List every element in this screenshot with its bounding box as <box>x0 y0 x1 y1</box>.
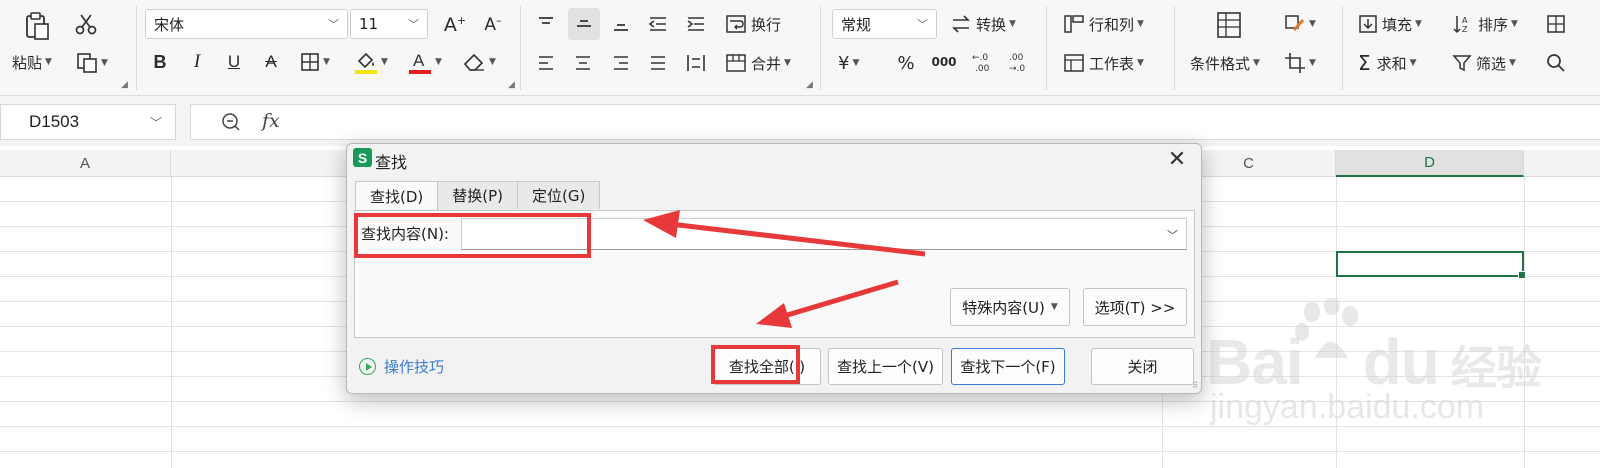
spreadsheet-window: 粘贴 ▼ ▼ ◢ 宋体 ﹀ 11 ﹀ A + A – B I U A ▼ ▼ A… <box>0 0 1600 468</box>
arrowhead-icon <box>756 303 792 328</box>
arrow-to-find-all <box>783 279 899 319</box>
arrowhead-icon <box>643 210 680 238</box>
annotation-arrows <box>643 210 926 328</box>
arrow-to-find-field <box>669 221 926 257</box>
